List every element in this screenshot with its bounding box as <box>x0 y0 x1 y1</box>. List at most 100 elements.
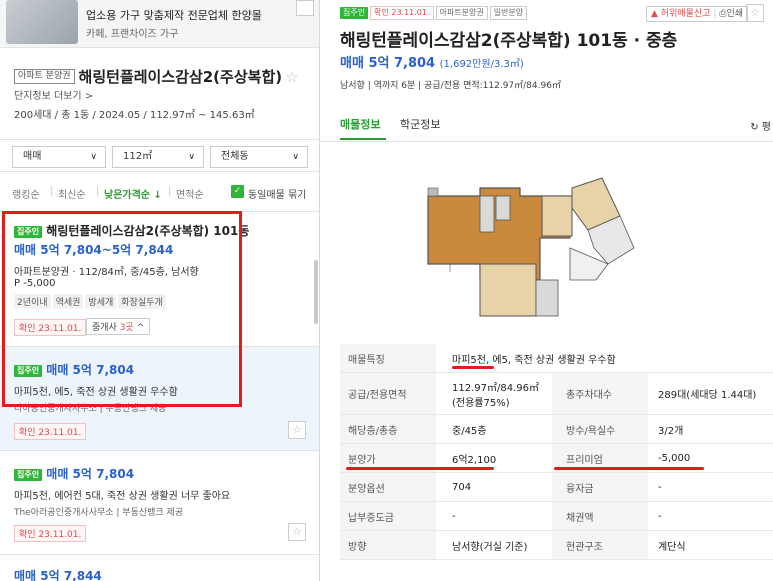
listing-panel: 업소용 가구 맞춤제작 전문업체 한양몰 카페, 프랜차이즈 가구 아파트 분양… <box>0 0 320 581</box>
info-value: 3/2개 <box>658 425 684 437</box>
chevron-down-icon: ∨ <box>90 152 97 162</box>
info-key: 납부중도금 <box>340 502 436 530</box>
listing-price-row: 집주인 매매 5억 7,804 <box>14 465 134 482</box>
print-label: 인쇄 <box>726 9 744 19</box>
info-value: 704 <box>452 481 472 493</box>
tab-underline <box>340 138 386 140</box>
tab-school-info[interactable]: 학군정보 <box>400 116 440 132</box>
info-value: 중/45층 <box>452 425 487 437</box>
area-unit-toggle[interactable]: ↻ 평 <box>750 118 771 133</box>
sort-area[interactable]: 면적순 <box>176 186 204 201</box>
info-row-floor: 해당층/총층 중/45층 방수/욕실수 3/2개 <box>340 415 773 444</box>
detail-tabs: 매물정보 학군정보 ↻ 평 <box>320 106 773 142</box>
info-key: 분양옵션 <box>340 473 436 501</box>
sort-ranking[interactable]: 랭킹순 <box>12 186 40 201</box>
info-key: 총주차대수 <box>552 373 648 414</box>
info-row-area: 공급/전용면적 112.97㎡/84.96㎡(전용률75%) 총주차대수 289… <box>340 373 773 415</box>
info-row-payment: 납부중도금 - 채권액 - <box>340 502 773 531</box>
info-key: 방수/욕실수 <box>552 415 648 443</box>
list-scrollbar[interactable] <box>314 260 318 324</box>
info-key: 매물특징 <box>340 344 436 372</box>
underline-mark <box>452 366 494 369</box>
info-value: 112.97㎡/84.96㎡(전용률75%) <box>452 382 539 409</box>
info-key: 공급/전용면적 <box>340 373 436 414</box>
highlight-box <box>2 211 242 407</box>
info-row-option: 분양옵션 704 융자금 - <box>340 473 773 502</box>
info-key: 방향 <box>340 531 436 559</box>
info-row-features: 매물특징 마피5천, 에5, 죽전 상권 생활권 우수함 <box>340 344 773 373</box>
complex-info-link[interactable]: 단지정보 더보기 > <box>14 87 93 102</box>
listing-price: 매매 5억 7,844 <box>14 569 102 581</box>
sort-divider: | <box>96 186 100 197</box>
sort-divider: | <box>168 186 172 197</box>
detail-meta: 남서향 | 역까지 6분 | 공급/전용 면적:112.97㎡/84.96㎡ <box>340 81 561 91</box>
ad-subtitle: 카페, 프랜차이즈 가구 <box>86 29 179 40</box>
report-label: 허위매물신고 <box>660 9 711 19</box>
detail-tools: ▲ 허위매물신고 | ⎙인쇄 <box>646 6 749 22</box>
confirm-date-badge: 확인 23.11.01. <box>14 423 87 440</box>
print-button[interactable]: ⎙인쇄 <box>719 9 743 19</box>
chevron-down-icon: ∨ <box>188 152 195 162</box>
dong-value: 전체동 <box>221 151 249 162</box>
area-value: 112㎡ <box>123 151 153 162</box>
underline-mark <box>554 467 704 470</box>
area-select[interactable]: 112㎡ ∨ <box>112 146 204 168</box>
sort-latest[interactable]: 최신순 <box>58 186 86 201</box>
detail-title: 해링턴플레이스감삼2(주상복합) 101동 · 중층 <box>340 31 678 51</box>
info-key: 채권액 <box>552 502 648 530</box>
favorite-star-icon[interactable]: ☆ <box>746 4 764 22</box>
info-key: 융자금 <box>552 473 648 501</box>
sort-divider: | <box>50 186 54 197</box>
trade-type-select[interactable]: 매매 ∨ <box>12 146 106 168</box>
dong-select[interactable]: 전체동 ∨ <box>210 146 308 168</box>
listing-price: 매매 5억 7,804 <box>46 467 135 481</box>
trade-type-value: 매매 <box>23 151 42 162</box>
same-listing-checkbox[interactable]: ✓ <box>231 185 244 198</box>
detail-price-row: 매매 5억 7,804 (1,692만원/3.3㎡) <box>340 52 524 71</box>
owner-tag: 집주인 <box>14 468 43 481</box>
favorite-star-icon[interactable]: ☆ <box>288 421 306 439</box>
info-value: - <box>658 510 662 522</box>
confirm-date-badge: 확인 23.11.01. <box>14 525 87 542</box>
sort-bar: 랭킹순 | 최신순 | 낮은가격순 ↓ | 면적순 ✓ 동일매물 묶기 <box>0 180 319 206</box>
info-value: - <box>452 510 456 522</box>
ad-title: 업소용 가구 맞춤제작 전문업체 한양몰 <box>86 9 262 22</box>
underline-mark <box>346 467 494 470</box>
listing-item[interactable]: 집주인 매매 5억 7,804 마피5천, 에어컨 5대, 죽전 상권 생활권 … <box>0 450 319 554</box>
same-listing-label[interactable]: 동일매물 묶기 <box>248 186 306 201</box>
info-value: 남서향(거실 기준) <box>452 541 528 553</box>
info-key: 현관구조 <box>552 531 648 559</box>
floor-plan-image[interactable] <box>420 168 660 328</box>
sale-type-tag: 일반분양 <box>489 6 528 20</box>
star-icon[interactable]: ☆ <box>285 68 298 86</box>
owner-tag: 집주인 <box>340 7 369 19</box>
detail-panel: 집주인 확인 23.11.01. 아파트분양권 일반분양 ▲ 허위매물신고 | ⎙인쇄… <box>320 0 773 581</box>
info-value: 계단식 <box>658 541 686 553</box>
ad-thumbnail <box>6 0 78 44</box>
confirm-date-badge: 확인 23.11.01. <box>370 6 434 20</box>
listing-description: 마피5천, 에어컨 5대, 죽전 상권 생활권 너무 좋아요 <box>14 491 231 502</box>
report-button[interactable]: ▲ 허위매물신고 <box>651 9 710 19</box>
area-unit-label: 평 <box>761 122 771 133</box>
favorite-star-icon[interactable]: ☆ <box>288 523 306 541</box>
listing-info-table: 매물특징 마피5천, 에5, 죽전 상권 생활권 우수함 공급/전용면적 112… <box>340 344 773 560</box>
ad-banner[interactable]: 업소용 가구 맞춤제작 전문업체 한양몰 카페, 프랜차이즈 가구 <box>0 0 319 48</box>
tab-listing-info[interactable]: 매물정보 <box>340 116 380 132</box>
property-type-tag: 아파트분양권 <box>435 6 488 20</box>
info-value: 289대(세대당 1.44대) <box>658 390 757 401</box>
info-value: - <box>658 481 662 493</box>
filter-bar: 매매 ∨ 112㎡ ∨ 전체동 ∨ <box>0 139 319 172</box>
detail-price: 매매 5억 7,804 <box>340 56 436 71</box>
complex-name: 해링턴플레이스감삼2(주상복합) <box>78 68 283 86</box>
sort-lowest-price[interactable]: 낮은가격순 ↓ <box>104 186 162 201</box>
listing-agency: The아라공인중개사사무소 | 부동산뱅크 제공 <box>14 508 184 518</box>
complex-meta: 200세대 / 총 1동 / 2024.05 / 112.97㎡ ~ 145.6… <box>14 110 255 121</box>
detail-unit-price: (1,692만원/3.3㎡) <box>439 59 524 70</box>
detail-tags: 집주인 확인 23.11.01. 아파트분양권 일반분양 <box>340 6 528 20</box>
info-row-price: 분양가 6억2,100 프리미엄 -5,000 <box>340 444 773 473</box>
listing-item[interactable]: 매매 5억 7,844 <box>0 554 319 581</box>
ad-close-button[interactable] <box>296 0 314 16</box>
info-key: 해당층/총층 <box>340 415 436 443</box>
complex-name-row: 아파트 분양권 해링턴플레이스감삼2(주상복합) ☆ <box>14 66 299 87</box>
app-root: 업소용 가구 맞춤제작 전문업체 한양몰 카페, 프랜차이즈 가구 아파트 분양… <box>0 0 773 581</box>
